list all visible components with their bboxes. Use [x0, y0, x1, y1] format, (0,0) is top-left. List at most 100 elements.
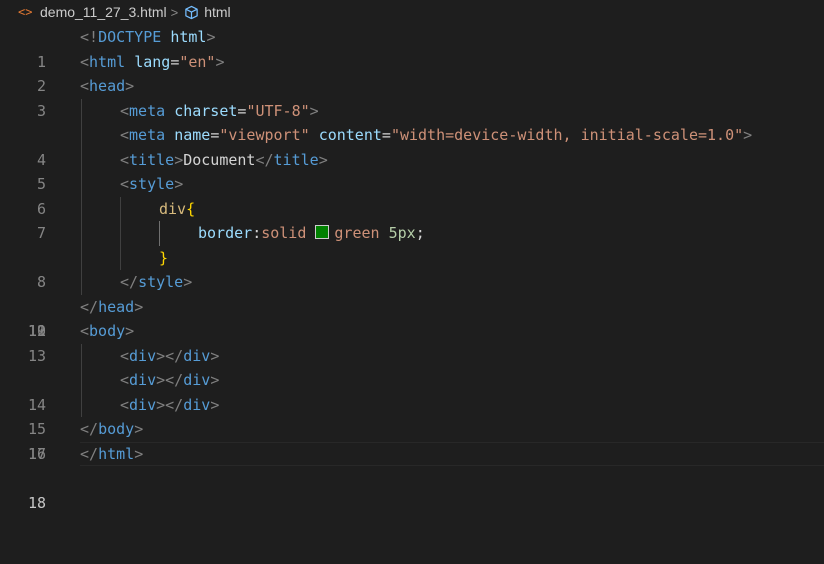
indent-guide [81, 221, 82, 246]
code-token: body [98, 420, 135, 438]
code-line[interactable]: 14 <div></div> [0, 343, 824, 414]
code-line[interactable]: 16 <div></div> [0, 392, 824, 463]
html-file-icon: <> [18, 5, 33, 19]
indent-guide [81, 245, 82, 270]
code-token: = [381, 126, 391, 144]
indent-guide [120, 245, 121, 270]
code-line[interactable]: 12 </head> [0, 295, 824, 341]
code-token: name [174, 126, 211, 144]
code-token: } [159, 248, 169, 267]
code-token: div [183, 371, 211, 389]
code-line[interactable]: 1 <!DOCTYPE html> [0, 25, 824, 71]
breadcrumb-symbol[interactable]: html [204, 4, 230, 20]
code-token: > [183, 273, 193, 291]
code-token: > [210, 371, 220, 389]
code-token: </ [120, 273, 139, 291]
code-line[interactable]: 10 } [0, 245, 824, 340]
code-token: > [174, 150, 184, 169]
code-token: meta [129, 101, 166, 120]
code-token: < [120, 175, 130, 193]
indent-guide [81, 123, 82, 148]
code-line[interactable]: 2 <html lang="en"> [0, 50, 824, 96]
code-token: div [159, 199, 187, 218]
code-line[interactable]: 17 </body> [0, 417, 824, 463]
code-token: DOCTYPE [98, 28, 162, 46]
code-line[interactable]: 11 </style> [0, 270, 824, 340]
code-token: html [98, 444, 135, 463]
code-token: > [125, 77, 135, 95]
indent-guide [159, 221, 160, 246]
code-token: > [210, 346, 220, 365]
code-token: green [334, 224, 380, 242]
code-line-current[interactable]: 18 </html> [0, 441, 824, 512]
code-token: style [129, 175, 175, 193]
breadcrumb-separator-icon: > [170, 4, 179, 20]
code-token: < [80, 322, 90, 340]
indent-guide [81, 392, 82, 417]
code-line[interactable]: 8 div{ [0, 196, 824, 291]
code-token: lang [134, 52, 171, 71]
code-token: > [125, 322, 135, 340]
code-token: meta [129, 126, 166, 144]
code-token: = [170, 52, 180, 71]
code-token: < [120, 101, 130, 120]
indent-guide [81, 368, 82, 393]
code-token: div [129, 395, 157, 414]
code-token: content [318, 126, 382, 144]
code-token: div [183, 346, 211, 365]
code-token: > [743, 126, 753, 144]
code-token: { [186, 199, 196, 218]
code-token: <! [80, 28, 99, 46]
code-token: charset [174, 101, 238, 120]
code-token: < [120, 126, 130, 144]
code-token: < [120, 150, 130, 169]
code-token: style [138, 273, 184, 291]
code-line[interactable]: 6 <title>Document</title> [0, 147, 824, 218]
code-token: "viewport" [219, 126, 310, 144]
code-token: > [134, 297, 144, 316]
code-line[interactable]: 15 <div></div> [0, 368, 824, 438]
code-token: html [170, 28, 207, 46]
indent-guide [81, 172, 82, 197]
code-line[interactable]: 5 <meta name="viewport" content="width=d… [0, 123, 824, 193]
code-token: title [273, 150, 319, 169]
line-number: 18 [27, 493, 46, 512]
code-line[interactable]: 9 border:solid green 5px; [0, 221, 824, 340]
code-token: head [89, 77, 126, 95]
code-area[interactable]: 1 <!DOCTYPE html> 2 <html lang="en"> 3 <… [0, 25, 824, 512]
code-token: > [318, 150, 328, 169]
code-line[interactable]: 3 <head> [0, 74, 824, 120]
code-token: < [120, 371, 130, 389]
code-line[interactable]: 13 <body> [0, 319, 824, 365]
code-token: body [89, 322, 126, 340]
code-line[interactable]: 7 <style> [0, 172, 824, 242]
breadcrumb-file[interactable]: demo_11_27_3.html [40, 4, 167, 20]
code-token: > [174, 175, 184, 193]
code-token: < [80, 77, 90, 95]
code-token: solid [261, 224, 307, 242]
code-line[interactable]: 4 <meta charset="UTF-8"> [0, 98, 824, 169]
indent-guide [81, 98, 82, 123]
code-token: div [129, 371, 157, 389]
indent-guide [81, 270, 82, 295]
color-swatch[interactable] [315, 225, 330, 239]
code-token: ; [415, 224, 425, 242]
code-token: title [129, 150, 175, 169]
code-editor[interactable]: <> demo_11_27_3.html > html 1 <!DOCTYPE … [0, 0, 824, 512]
code-token: </ [80, 420, 99, 438]
code-token: </ [255, 150, 274, 169]
code-token: </ [80, 444, 99, 463]
code-token: div [129, 346, 157, 365]
code-token: 5px [388, 224, 416, 242]
code-token: < [120, 395, 130, 414]
code-token: > [206, 28, 216, 46]
indent-guide [81, 196, 82, 221]
indent-guide [81, 147, 82, 172]
indent-guide [120, 196, 121, 221]
code-token: ></ [156, 346, 184, 365]
code-token: > [134, 420, 144, 438]
